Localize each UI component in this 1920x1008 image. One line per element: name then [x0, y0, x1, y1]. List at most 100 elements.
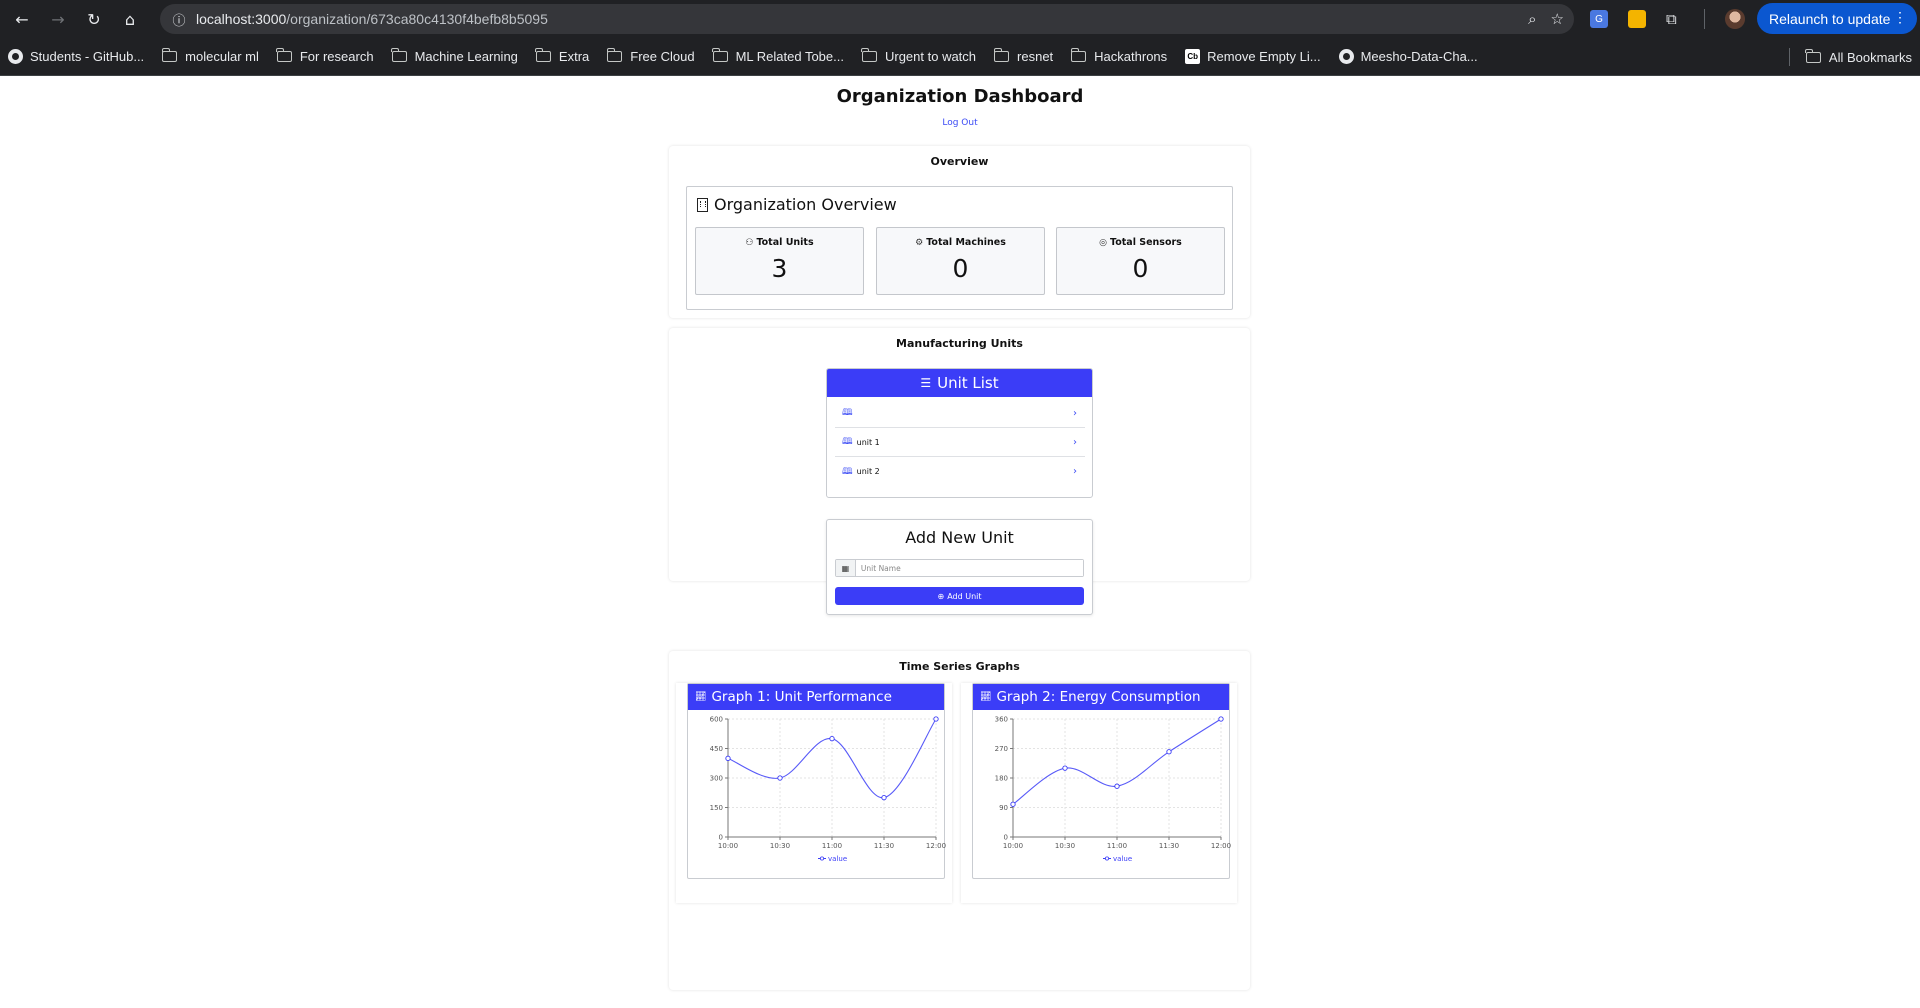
stat-label: ⚇ Total Units	[696, 237, 863, 248]
x-tick-label: 11:30	[874, 842, 894, 850]
graph-1-header: 📈︎ Graph 1: Unit Performance	[688, 684, 944, 710]
folder-icon	[993, 48, 1010, 62]
time-series-card: Time Series Graphs 📈︎ Graph 1: Unit Perf…	[669, 651, 1250, 990]
bookmark-label: Hackathrons	[1094, 49, 1168, 64]
unit-list-item[interactable]: 🕮 unit 1 ›	[835, 428, 1085, 457]
graph-2-header: 📈︎ Graph 2: Energy Consumption	[973, 684, 1229, 710]
bookmark-star-icon[interactable]: ☆	[1551, 10, 1564, 28]
bookmark-folder[interactable]: Extra	[535, 48, 589, 64]
add-unit-title: Add New Unit	[905, 528, 1014, 547]
folder-icon	[535, 48, 551, 62]
bookmark-folder[interactable]: resnet	[993, 48, 1054, 64]
home-icon[interactable]: ⌂	[112, 1, 148, 37]
add-unit-form: Add New Unit ▦ ⊕ Add Unit	[826, 519, 1093, 615]
users-icon: ⚇	[745, 238, 754, 248]
bookmark-folder[interactable]: Urgent to watch	[861, 48, 976, 64]
stat-label: ◎ Total Sensors	[1057, 237, 1224, 248]
y-tick-label: 270	[995, 745, 1008, 753]
building-icon: ▦	[836, 560, 856, 576]
book-icon: 🕮	[842, 437, 853, 447]
data-point	[881, 795, 887, 801]
folder-icon	[276, 48, 292, 62]
bookmark-folder[interactable]: For research	[276, 48, 374, 64]
x-tick-label: 12:00	[926, 842, 946, 850]
data-point	[1114, 783, 1120, 789]
graph-1-title: Graph 1: Unit Performance	[711, 689, 892, 705]
y-tick-label: 360	[995, 716, 1008, 724]
bookmark-label: Meesho-Data-Cha...	[1360, 49, 1478, 64]
data-point	[829, 736, 835, 742]
organization-overview-heading: Organization Overview	[697, 195, 897, 214]
logout-label[interactable]: Log Out	[942, 118, 977, 128]
relaunch-button[interactable]: Relaunch to update ⋮	[1757, 3, 1917, 34]
folder-icon	[1805, 48, 1821, 63]
address-bar[interactable]: ⓘ localhost:3000/organization/673ca80c41…	[160, 4, 1574, 34]
x-tick-label: 10:30	[770, 842, 790, 850]
bookmark-folder[interactable]: Free Cloud	[606, 48, 695, 64]
url-path: /organization/673ca80c4130f4befb8b5095	[286, 11, 548, 27]
forward-icon[interactable]: →	[40, 1, 76, 37]
data-point	[1010, 801, 1016, 807]
bookmark-label: Machine Learning	[414, 49, 518, 64]
back-icon[interactable]: ←	[4, 1, 40, 37]
all-bookmarks[interactable]: All Bookmarks	[1788, 38, 1912, 76]
site-info-icon[interactable]: ⓘ	[166, 10, 192, 29]
unit-list-item[interactable]: 🕮 unit 2 ›	[835, 457, 1085, 486]
graph-2-box: 📈︎ Graph 2: Energy Consumption 0 90 180 270…	[972, 683, 1231, 879]
browser-toolbar: ← → ↻ ⌂ ⓘ localhost:3000/organization/67…	[0, 0, 1920, 38]
bookmark-item[interactable]: Meesho-Data-Cha...	[1338, 49, 1478, 64]
bookmark-folder[interactable]: Hackathrons	[1070, 48, 1168, 64]
bookmark-item[interactable]: Students - GitHub...	[8, 49, 144, 64]
bookmark-folder[interactable]: ML Related Tobe...	[712, 48, 844, 64]
line-chart-icon: 📈︎	[980, 692, 992, 702]
x-tick-label: 10:30	[1055, 842, 1075, 850]
unit-name-input[interactable]	[855, 560, 1083, 576]
bookmark-label: Remove Empty Li...	[1207, 49, 1321, 64]
page-title: Organization Dashboard	[836, 86, 1084, 107]
url-text[interactable]: localhost:3000/organization/673ca80c4130…	[196, 11, 548, 27]
profile-avatar[interactable]	[1725, 9, 1745, 29]
book-icon: 🕮	[842, 466, 853, 477]
stat-card-total-machines: ⚙ Total Machines 0	[876, 227, 1045, 295]
legend-marker	[819, 856, 824, 861]
y-tick-label: 0	[1004, 834, 1008, 842]
add-unit-button[interactable]: ⊕ Add Unit	[835, 587, 1084, 605]
legend-marker	[1104, 856, 1109, 861]
x-tick-label: 11:00	[1107, 842, 1127, 850]
data-point	[777, 775, 783, 781]
keep-extension-icon[interactable]	[1628, 10, 1646, 28]
bookmark-item[interactable]: Cb Remove Empty Li...	[1185, 49, 1321, 64]
chevron-right-icon: ›	[1073, 407, 1077, 419]
data-point	[1166, 749, 1172, 755]
y-tick-label: 450	[710, 745, 723, 753]
kebab-menu-icon[interactable]: ⋮	[1893, 9, 1907, 26]
translate-extension-icon[interactable]: G	[1590, 10, 1608, 28]
legend-label: value	[828, 855, 847, 863]
bookmark-label: resnet	[1017, 49, 1054, 64]
stat-label-text: Total Machines	[926, 237, 1006, 248]
bookmark-folder[interactable]: molecular ml	[161, 48, 259, 64]
page-content: Organization Dashboard Log Out Overview …	[0, 77, 1920, 1008]
graph-1-container: 📈︎ Graph 1: Unit Performance 0 150 300 450 6…	[676, 683, 952, 903]
stat-label-text: Total Units	[756, 237, 814, 248]
unit-list: ☰ Unit List 🕮 › 🕮 unit 1 › 🕮 unit 2 ›	[826, 368, 1093, 498]
add-unit-label: Add Unit	[947, 591, 982, 601]
reload-icon[interactable]: ↻	[76, 1, 112, 37]
list-icon: ☰	[920, 376, 932, 390]
bookmark-folder[interactable]: Machine Learning	[391, 48, 518, 64]
folder-icon	[606, 48, 623, 62]
x-tick-label: 11:00	[822, 842, 842, 850]
x-tick-label: 10:00	[718, 842, 738, 850]
bookmarks-divider	[1788, 48, 1790, 66]
extensions-puzzle-icon[interactable]: ⧉	[1666, 10, 1684, 28]
cb-icon: Cb	[1185, 49, 1201, 64]
unit-list-item[interactable]: 🕮 ›	[835, 399, 1085, 428]
stat-value: 3	[771, 254, 788, 283]
building-icon	[697, 197, 708, 212]
zoom-icon[interactable]: ⌕	[1528, 10, 1536, 28]
organization-overview-title: Organization Overview	[714, 195, 897, 214]
all-bookmarks-label: All Bookmarks	[1828, 49, 1912, 65]
all-bookmarks-button[interactable]: All Bookmarks	[1805, 48, 1912, 65]
logout-link[interactable]: Log Out	[0, 118, 1920, 128]
folder-icon	[1070, 48, 1087, 62]
